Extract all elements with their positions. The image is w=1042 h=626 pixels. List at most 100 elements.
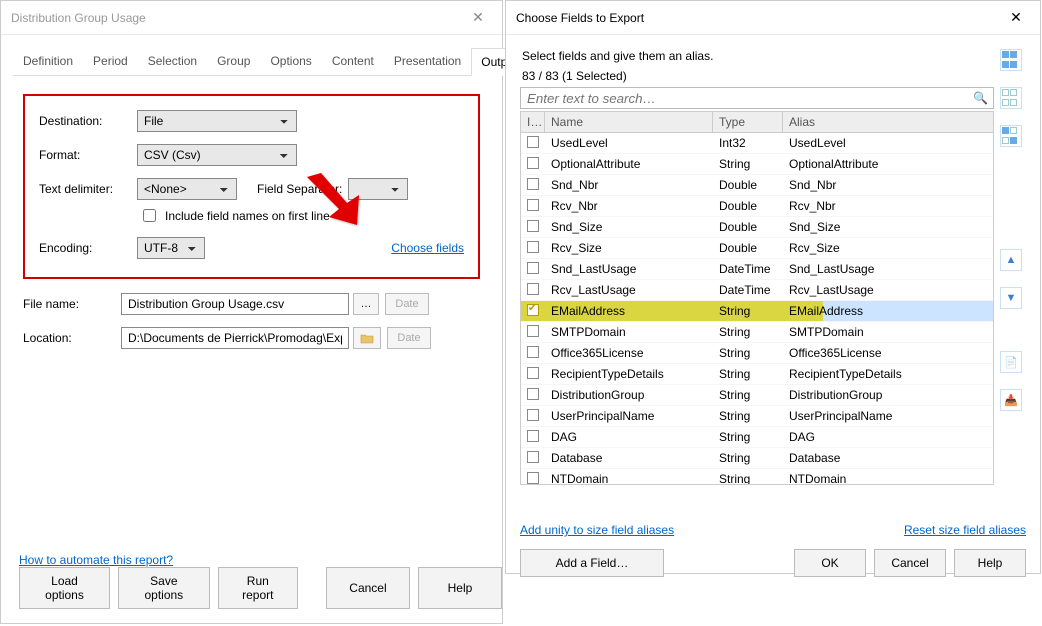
reset-aliases-link[interactable]: Reset size field aliases	[904, 523, 1026, 537]
field-alias-cell[interactable]: Rcv_Nbr	[783, 199, 993, 213]
encoding-select[interactable]: UTF-8	[137, 237, 205, 259]
tab-selection[interactable]: Selection	[138, 47, 207, 75]
location-input[interactable]	[121, 327, 349, 349]
field-alias-cell[interactable]: DAG	[783, 430, 993, 444]
cancel-button[interactable]: Cancel	[874, 549, 946, 577]
include-checkbox[interactable]	[527, 430, 539, 442]
include-checkbox[interactable]	[527, 199, 539, 211]
help-button[interactable]: Help	[954, 549, 1026, 577]
import-icon[interactable]: 📥	[1000, 389, 1022, 411]
cancel-button[interactable]: Cancel	[326, 567, 410, 609]
choose-fields-link[interactable]: Choose fields	[391, 241, 464, 255]
table-row[interactable]: Snd_NbrDoubleSnd_Nbr	[521, 175, 993, 196]
move-up-icon[interactable]: ▲	[1000, 249, 1022, 271]
include-checkbox[interactable]	[527, 451, 539, 463]
search-input[interactable]	[520, 87, 994, 109]
header-alias-col[interactable]: Alias	[783, 112, 993, 132]
include-checkbox[interactable]	[527, 325, 539, 337]
field-alias-cell[interactable]: Snd_Size	[783, 220, 993, 234]
include-checkbox[interactable]	[527, 178, 539, 190]
header-include-col[interactable]: I…	[521, 112, 545, 132]
table-row[interactable]: DatabaseStringDatabase	[521, 448, 993, 469]
table-row[interactable]: DistributionGroupStringDistributionGroup	[521, 385, 993, 406]
field-alias-cell[interactable]: Snd_Nbr	[783, 178, 993, 192]
table-row[interactable]: SMTPDomainStringSMTPDomain	[521, 322, 993, 343]
field-alias-cell[interactable]: Office365License	[783, 346, 993, 360]
fields-grid[interactable]: UsedLevelInt32UsedLevelOptionalAttribute…	[520, 133, 994, 485]
include-checkbox[interactable]	[527, 220, 539, 232]
table-row[interactable]: UserPrincipalNameStringUserPrincipalName	[521, 406, 993, 427]
table-row[interactable]: EMailAddressStringEMailAddress	[521, 301, 993, 322]
include-checkbox[interactable]	[527, 367, 539, 379]
field-alias-cell[interactable]: SMTPDomain	[783, 325, 993, 339]
include-checkbox[interactable]	[527, 157, 539, 169]
move-down-icon[interactable]: ▼	[1000, 287, 1022, 309]
table-row[interactable]: UsedLevelInt32UsedLevel	[521, 133, 993, 154]
tab-options[interactable]: Options	[260, 47, 321, 75]
field-alias-cell[interactable]: Snd_LastUsage	[783, 262, 993, 276]
field-alias-cell[interactable]: Database	[783, 451, 993, 465]
include-checkbox[interactable]	[527, 409, 539, 421]
include-field-names-checkbox[interactable]	[143, 209, 156, 222]
automate-report-link[interactable]: How to automate this report?	[19, 553, 173, 567]
field-alias-cell[interactable]: NTDomain	[783, 472, 993, 485]
field-alias-cell[interactable]: DistributionGroup	[783, 388, 993, 402]
tab-definition[interactable]: Definition	[13, 47, 83, 75]
close-icon[interactable]: ✕	[462, 9, 494, 26]
field-alias-cell[interactable]: RecipientTypeDetails	[783, 367, 993, 381]
save-options-button[interactable]: Save options	[118, 567, 210, 609]
field-alias-cell[interactable]: OptionalAttribute	[783, 157, 993, 171]
table-row[interactable]: OptionalAttributeStringOptionalAttribute	[521, 154, 993, 175]
destination-label: Destination:	[39, 114, 137, 128]
help-button[interactable]: Help	[418, 567, 502, 609]
table-row[interactable]: Snd_LastUsageDateTimeSnd_LastUsage	[521, 259, 993, 280]
file-browse-button[interactable]: …	[353, 293, 379, 315]
location-browse-button[interactable]	[353, 327, 381, 349]
ok-button[interactable]: OK	[794, 549, 866, 577]
tab-group[interactable]: Group	[207, 47, 260, 75]
table-row[interactable]: DAGStringDAG	[521, 427, 993, 448]
field-alias-cell[interactable]: UsedLevel	[783, 136, 993, 150]
include-checkbox[interactable]	[527, 346, 539, 358]
include-checkbox[interactable]	[527, 262, 539, 274]
add-field-button[interactable]: Add a Field…	[520, 549, 664, 577]
include-checkbox[interactable]	[527, 472, 539, 484]
header-type-col[interactable]: Type	[713, 112, 783, 132]
table-row[interactable]: NTDomainStringNTDomain	[521, 469, 993, 485]
table-row[interactable]: Snd_SizeDoubleSnd_Size	[521, 217, 993, 238]
tab-period[interactable]: Period	[83, 47, 138, 75]
table-row[interactable]: Rcv_NbrDoubleRcv_Nbr	[521, 196, 993, 217]
table-row[interactable]: Rcv_SizeDoubleRcv_Size	[521, 238, 993, 259]
select-none-icon[interactable]	[1000, 87, 1022, 109]
field-alias-cell[interactable]: Rcv_Size	[783, 241, 993, 255]
field-alias-cell[interactable]: Rcv_LastUsage	[783, 283, 993, 297]
add-unity-link[interactable]: Add unity to size field aliases	[520, 523, 674, 537]
toggle-selection-icon[interactable]	[1000, 125, 1022, 147]
file-name-label: File name:	[23, 297, 121, 311]
field-name-cell: NTDomain	[545, 472, 713, 485]
load-options-button[interactable]: Load options	[19, 567, 110, 609]
tab-presentation[interactable]: Presentation	[384, 47, 471, 75]
field-type-cell: String	[713, 409, 783, 423]
format-select[interactable]: CSV (Csv)	[137, 144, 297, 166]
field-separator-select[interactable]	[348, 178, 408, 200]
field-alias-cell[interactable]: UserPrincipalName	[783, 409, 993, 423]
include-checkbox[interactable]	[527, 304, 539, 316]
export-icon[interactable]: 📄	[1000, 351, 1022, 373]
include-checkbox[interactable]	[527, 388, 539, 400]
header-name-col[interactable]: Name	[545, 112, 713, 132]
tab-content[interactable]: Content	[322, 47, 384, 75]
table-row[interactable]: Office365LicenseStringOffice365License	[521, 343, 993, 364]
destination-select[interactable]: File	[137, 110, 297, 132]
close-icon[interactable]: ✕	[1000, 9, 1032, 26]
include-checkbox[interactable]	[527, 283, 539, 295]
text-delimiter-select[interactable]: <None>	[137, 178, 237, 200]
include-checkbox[interactable]	[527, 241, 539, 253]
file-name-input[interactable]	[121, 293, 349, 315]
run-report-button[interactable]: Run report	[218, 567, 298, 609]
table-row[interactable]: Rcv_LastUsageDateTimeRcv_LastUsage	[521, 280, 993, 301]
field-alias-cell[interactable]: EMailAddress	[783, 304, 993, 318]
include-checkbox[interactable]	[527, 136, 539, 148]
table-row[interactable]: RecipientTypeDetailsStringRecipientTypeD…	[521, 364, 993, 385]
select-all-icon[interactable]	[1000, 49, 1022, 71]
